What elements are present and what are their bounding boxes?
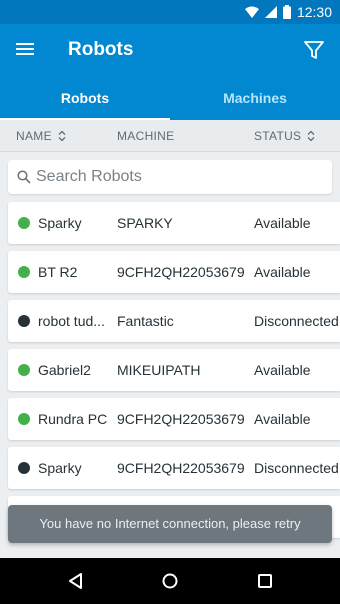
sort-icon bbox=[307, 130, 315, 142]
column-header-row: NAME MACHINE STATUS bbox=[0, 120, 340, 152]
system-navigation-bar bbox=[0, 558, 340, 604]
robot-status: Available bbox=[254, 362, 311, 378]
robot-machine: 9CFH2QH22053679 bbox=[117, 411, 245, 427]
robot-status: Available bbox=[254, 411, 311, 427]
recent-apps-icon[interactable] bbox=[255, 571, 275, 591]
list-item[interactable]: robot tud... Fantastic Disconnected bbox=[8, 300, 340, 342]
robot-status: Available bbox=[254, 215, 311, 231]
robot-status: Disconnected bbox=[254, 460, 339, 476]
back-icon[interactable] bbox=[66, 571, 86, 591]
column-header-name[interactable]: NAME bbox=[16, 129, 66, 143]
list-item[interactable]: Sparky SPARKY Available bbox=[8, 202, 340, 244]
list-item[interactable]: Sparky 9CFH2QH22053679 Disconnected bbox=[8, 447, 340, 489]
available-status-icon bbox=[18, 217, 30, 229]
list-item[interactable]: BT R2 9CFH2QH22053679 Available bbox=[8, 251, 340, 293]
search-input[interactable] bbox=[36, 166, 316, 188]
status-icons: 12:30 bbox=[244, 4, 332, 20]
snackbar: You have no Internet connection, please … bbox=[8, 505, 332, 543]
status-bar: 12:30 bbox=[0, 0, 340, 24]
robot-name: Gabriel2 bbox=[38, 362, 91, 378]
column-header-machine: MACHINE bbox=[117, 129, 174, 143]
filter-icon[interactable] bbox=[302, 38, 326, 62]
tab-bar: Robots Machines bbox=[0, 76, 340, 120]
battery-icon bbox=[282, 5, 291, 19]
robot-machine: Fantastic bbox=[117, 313, 174, 329]
column-name-label: NAME bbox=[16, 129, 52, 143]
robot-machine: 9CFH2QH22053679 bbox=[117, 460, 245, 476]
signal-icon bbox=[264, 6, 277, 18]
tab-robots[interactable]: Robots bbox=[0, 76, 170, 120]
list-item[interactable]: Rundra PC 9CFH2QH22053679 Available bbox=[8, 398, 340, 440]
disconnected-status-icon bbox=[18, 315, 30, 327]
search-icon bbox=[17, 170, 31, 184]
available-status-icon bbox=[18, 266, 30, 278]
robot-name: BT R2 bbox=[38, 264, 78, 280]
column-header-status[interactable]: STATUS bbox=[254, 129, 315, 143]
available-status-icon bbox=[18, 364, 30, 376]
robot-name: Sparky bbox=[38, 460, 82, 476]
robot-machine: 9CFH2QH22053679 bbox=[117, 264, 245, 280]
disconnected-status-icon bbox=[18, 462, 30, 474]
wifi-icon bbox=[244, 6, 259, 18]
column-status-label: STATUS bbox=[254, 129, 302, 143]
robot-machine: MIKEUIPATH bbox=[117, 362, 201, 378]
search-box bbox=[8, 160, 332, 194]
page-title: Robots bbox=[68, 39, 134, 60]
status-time: 12:30 bbox=[296, 4, 332, 20]
column-machine-label: MACHINE bbox=[117, 129, 175, 143]
robot-status: Disconnected bbox=[254, 313, 339, 329]
available-status-icon bbox=[18, 413, 30, 425]
app-bar: Robots bbox=[0, 24, 340, 76]
list-item[interactable]: Gabriel2 MIKEUIPATH Available bbox=[8, 349, 340, 391]
robot-status: Available bbox=[254, 264, 311, 280]
tab-machines[interactable]: Machines bbox=[170, 76, 340, 120]
robot-name: Rundra PC bbox=[38, 411, 108, 427]
robot-name: robot tud... bbox=[38, 313, 105, 329]
robot-machine: SPARKY bbox=[117, 215, 173, 231]
sort-icon bbox=[58, 130, 66, 142]
robot-name: Sparky bbox=[38, 215, 82, 231]
menu-icon[interactable] bbox=[14, 38, 38, 62]
home-icon[interactable] bbox=[160, 571, 180, 591]
